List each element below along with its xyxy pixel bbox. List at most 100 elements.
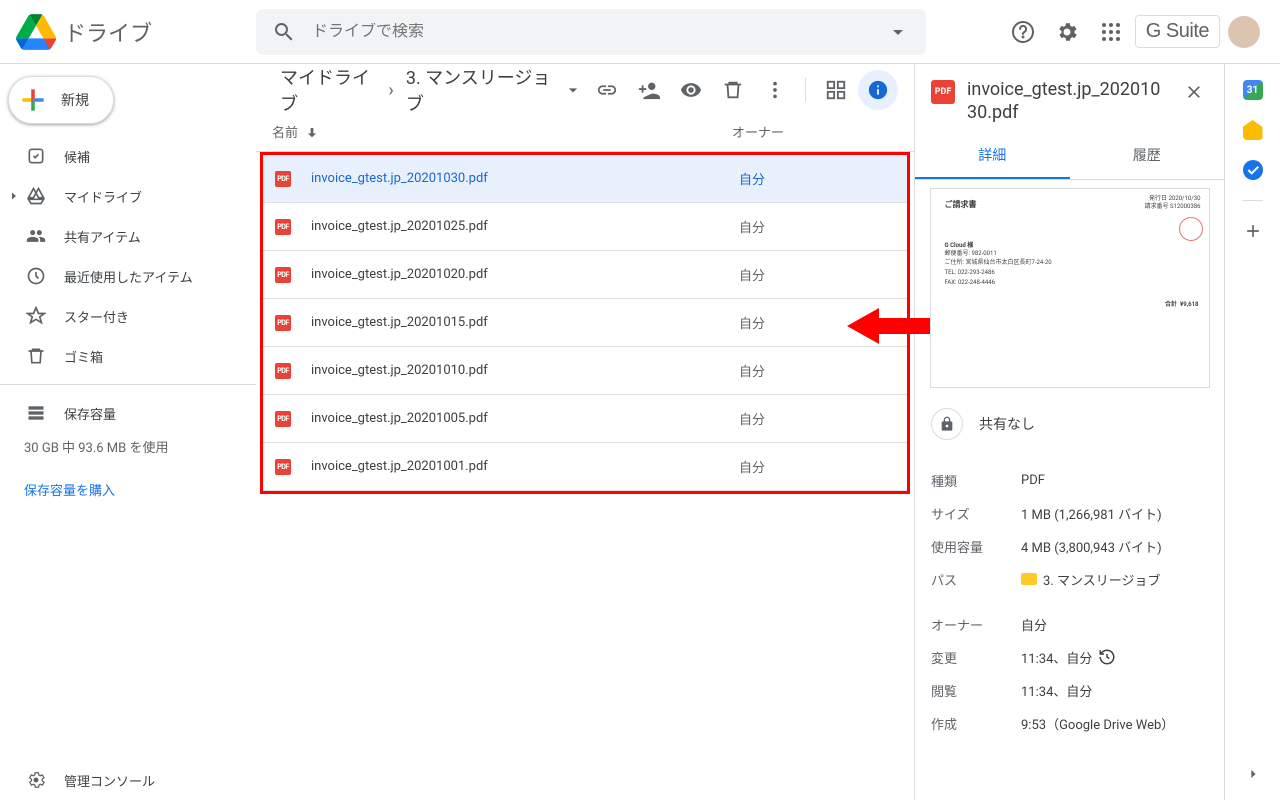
- details-filename: invoice_gtest.jp_20201030.pdf: [967, 78, 1168, 125]
- keep-icon[interactable]: [1243, 120, 1263, 140]
- pdf-icon: PDF: [275, 219, 291, 235]
- calendar-icon[interactable]: 31: [1243, 80, 1263, 100]
- toolbar-actions: [587, 70, 898, 110]
- preview-icon[interactable]: [671, 70, 711, 110]
- pdf-icon: PDF: [275, 363, 291, 379]
- drive-logo-icon: [16, 12, 56, 52]
- file-row[interactable]: PDFinvoice_gtest.jp_20201001.pdf自分: [263, 443, 907, 491]
- logo-area[interactable]: ドライブ: [16, 12, 256, 52]
- lock-icon: [931, 408, 963, 440]
- file-preview[interactable]: ご請求書 発行日 2020/10/30 請求番号 S12000386 G Clo…: [930, 188, 1210, 388]
- file-row[interactable]: PDF invoice_gtest.jp_20201025.pdf自分: [263, 203, 907, 251]
- file-owner: 自分: [731, 265, 765, 284]
- column-owner[interactable]: オーナー: [732, 122, 872, 141]
- header-actions: G Suite: [1003, 12, 1264, 52]
- sidebar-item-admin[interactable]: 管理コンソール: [0, 760, 240, 800]
- file-name: invoice_gtest.jp_20201001.pdf: [311, 459, 731, 474]
- detail-usage: 使用容量4 MB (3,800,943 バイト): [915, 530, 1224, 563]
- file-row[interactable]: PDF invoice_gtest.jp_20201015.pdf自分: [263, 299, 907, 347]
- storage-icon: [24, 403, 48, 423]
- recent-icon: [24, 266, 48, 286]
- detail-path[interactable]: パス3. マンスリージョブ: [915, 563, 1224, 596]
- tasks-icon[interactable]: [1243, 160, 1263, 180]
- plus-icon: [17, 84, 49, 116]
- close-icon[interactable]: [1180, 78, 1208, 106]
- detail-type: 種類PDF: [915, 464, 1224, 497]
- more-icon[interactable]: [755, 70, 795, 110]
- search-options-icon[interactable]: [878, 12, 918, 52]
- add-icon[interactable]: [1243, 221, 1263, 241]
- delete-icon[interactable]: [713, 70, 753, 110]
- chevron-down-icon[interactable]: [559, 80, 587, 100]
- grid-view-icon[interactable]: [816, 70, 856, 110]
- mydrive-icon: [24, 186, 48, 206]
- detail-modified: 変更11:34、自分: [915, 641, 1224, 674]
- history-icon[interactable]: [1098, 648, 1116, 666]
- breadcrumb: マイドライブ › 3. マンスリージョブ: [260, 60, 587, 120]
- details-tabs: 詳細 履歴: [915, 133, 1224, 180]
- sidebar-item-mydrive[interactable]: マイドライブ: [0, 176, 240, 216]
- tab-history[interactable]: 履歴: [1070, 133, 1225, 179]
- sidebar: 新規 候補 マイドライブ 共有アイテム 最近使用したアイテム スター付き ゴミ箱…: [0, 64, 256, 800]
- get-link-icon[interactable]: [587, 70, 627, 110]
- share-status: 共有なし: [915, 396, 1224, 452]
- sort-arrow-icon: [304, 124, 320, 140]
- file-row[interactable]: PDFinvoice_gtest.jp_20201005.pdf自分: [263, 395, 907, 443]
- help-icon[interactable]: [1003, 12, 1043, 52]
- sidebar-item-shared[interactable]: 共有アイテム: [0, 216, 240, 256]
- file-name: invoice_gtest.jp_20201025.pdf: [311, 219, 731, 234]
- chevron-right-icon: [8, 190, 20, 202]
- content-area: マイドライブ › 3. マンスリージョブ 名前 オーナー PDFinvoice_…: [256, 64, 914, 800]
- sidebar-item-priority[interactable]: 候補: [0, 136, 240, 176]
- header: ドライブ G Suite: [0, 0, 1280, 64]
- file-name: invoice_gtest.jp_20201030.pdf: [311, 171, 731, 186]
- list-header: 名前 オーナー: [256, 112, 914, 152]
- share-icon[interactable]: [629, 70, 669, 110]
- detail-owner: オーナー自分: [915, 608, 1224, 641]
- apps-icon[interactable]: [1091, 12, 1131, 52]
- sidebar-item-starred[interactable]: スター付き: [0, 296, 240, 336]
- new-button[interactable]: 新規: [8, 76, 114, 124]
- file-name: invoice_gtest.jp_20201015.pdf: [311, 315, 731, 330]
- sidebar-item-storage[interactable]: 保存容量: [0, 393, 240, 433]
- shared-icon: [24, 226, 48, 246]
- search-bar[interactable]: [256, 9, 926, 55]
- toolbar: マイドライブ › 3. マンスリージョブ: [256, 64, 914, 112]
- search-input[interactable]: [304, 23, 878, 41]
- file-owner: 自分: [731, 217, 765, 236]
- folder-icon: [1021, 573, 1037, 585]
- file-owner: 自分: [731, 313, 765, 332]
- tab-detail[interactable]: 詳細: [915, 133, 1070, 179]
- file-owner: 自分: [731, 361, 765, 380]
- file-row[interactable]: PDF invoice_gtest.jp_20201030.pdf自分: [263, 155, 907, 203]
- detail-size: サイズ1 MB (1,266,981 バイト): [915, 497, 1224, 530]
- info-icon[interactable]: [858, 70, 898, 110]
- column-name[interactable]: 名前: [272, 122, 732, 141]
- collapse-rail-icon[interactable]: [1243, 764, 1263, 784]
- account-avatar[interactable]: [1224, 12, 1264, 52]
- file-list: PDFinvoice_gtest.jp_20201030.pdf自分PDFinv…: [260, 152, 910, 494]
- file-row[interactable]: PDF invoice_gtest.jp_20201020.pdf自分: [263, 251, 907, 299]
- pdf-icon: PDF: [275, 459, 291, 475]
- sidebar-item-trash[interactable]: ゴミ箱: [0, 336, 240, 376]
- trash-icon: [24, 346, 48, 366]
- buy-storage-link[interactable]: 保存容量を購入: [0, 472, 256, 507]
- right-rail: 31: [1224, 64, 1280, 800]
- pdf-icon: PDF: [275, 171, 291, 187]
- main-area: マイドライブ › 3. マンスリージョブ 名前 オーナー PDFinvoice_…: [256, 64, 1224, 800]
- gsuite-button[interactable]: G Suite: [1135, 15, 1220, 48]
- sidebar-item-recent[interactable]: 最近使用したアイテム: [0, 256, 240, 296]
- file-owner: 自分: [731, 409, 765, 428]
- pdf-icon: PDF: [275, 267, 291, 283]
- breadcrumb-current[interactable]: 3. マンスリージョブ: [398, 60, 559, 120]
- search-icon[interactable]: [264, 12, 304, 52]
- file-name: invoice_gtest.jp_20201020.pdf: [311, 267, 731, 282]
- pdf-icon: PDF: [275, 315, 291, 331]
- breadcrumb-root[interactable]: マイドライブ: [272, 60, 384, 120]
- settings-icon[interactable]: [1047, 12, 1087, 52]
- file-owner: 自分: [731, 169, 765, 188]
- file-name: invoice_gtest.jp_20201010.pdf: [311, 363, 731, 378]
- file-row[interactable]: PDF invoice_gtest.jp_20201010.pdf自分: [263, 347, 907, 395]
- storage-usage: 30 GB 中 93.6 MB を使用: [0, 433, 256, 460]
- priority-icon: [24, 146, 48, 166]
